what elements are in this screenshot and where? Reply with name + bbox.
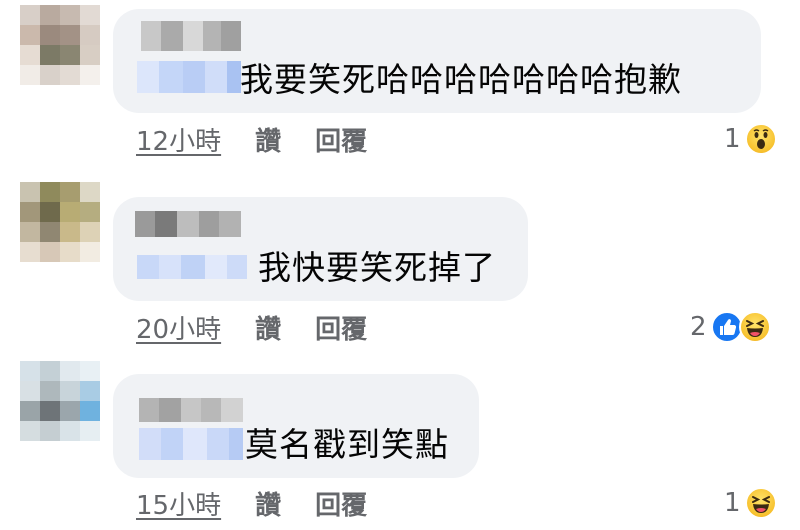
avatar[interactable] <box>20 182 100 262</box>
laugh-icon <box>738 311 771 343</box>
comment-bubble: 我要笑死哈哈哈哈哈哈哈抱歉 <box>113 9 761 113</box>
mentioned-user-redacted[interactable] <box>137 255 247 279</box>
reply-button[interactable]: 回覆 <box>315 121 367 158</box>
reply-button[interactable]: 回覆 <box>315 485 367 522</box>
comment-text: 我要笑死哈哈哈哈哈哈哈抱歉 <box>240 60 682 99</box>
like-button[interactable]: 讚 <box>255 309 281 346</box>
reaction-count: 2 <box>690 312 707 342</box>
mentioned-user-redacted[interactable] <box>139 428 243 460</box>
comment-bubble: 莫名戳到笑點 <box>113 374 479 478</box>
reaction-summary[interactable]: 2 <box>690 309 771 345</box>
timestamp-link[interactable]: 20小時 <box>136 309 221 346</box>
comment-meta: 20小時 讚 回覆 <box>136 312 367 345</box>
avatar[interactable] <box>20 5 100 85</box>
reply-button[interactable]: 回覆 <box>315 309 367 346</box>
comment-meta: 15小時 讚 回覆 <box>136 488 367 521</box>
reaction-summary[interactable]: 1 <box>724 485 777 521</box>
like-button[interactable]: 讚 <box>255 485 281 522</box>
comment-text: 我快要笑死掉了 <box>258 248 496 287</box>
reaction-summary[interactable]: 1 <box>724 121 777 157</box>
like-icon <box>710 311 743 343</box>
like-button[interactable]: 讚 <box>255 121 281 158</box>
commenter-name-redacted[interactable] <box>139 398 243 422</box>
wow-icon <box>744 123 777 155</box>
reaction-count: 1 <box>724 124 741 154</box>
reaction-count: 1 <box>724 488 741 518</box>
comment-text: 莫名戳到笑點 <box>245 425 449 464</box>
comment-bubble: 我快要笑死掉了 <box>113 197 528 301</box>
mentioned-user-redacted[interactable] <box>137 61 241 93</box>
commenter-name-redacted[interactable] <box>135 211 241 237</box>
avatar[interactable] <box>20 361 100 441</box>
timestamp-link[interactable]: 12小時 <box>136 121 221 158</box>
comment-meta: 12小時 讚 回覆 <box>136 124 367 157</box>
timestamp-link[interactable]: 15小時 <box>136 485 221 522</box>
laugh-icon <box>744 487 777 519</box>
commenter-name-redacted[interactable] <box>141 21 241 51</box>
